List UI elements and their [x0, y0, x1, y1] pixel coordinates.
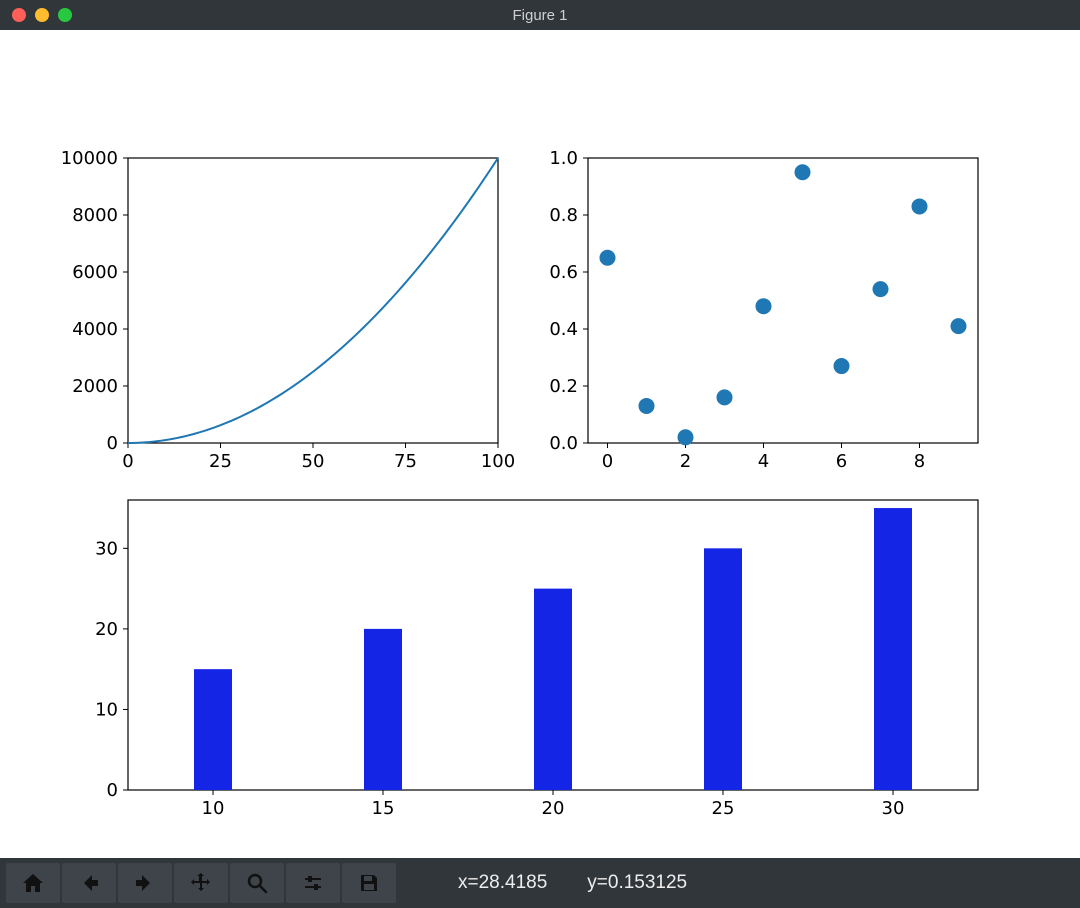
zoom-icon	[245, 871, 269, 895]
zoom-button[interactable]	[230, 863, 284, 903]
svg-text:25: 25	[712, 798, 735, 819]
pan-button[interactable]	[174, 863, 228, 903]
save-button[interactable]	[342, 863, 396, 903]
svg-text:0.2: 0.2	[549, 376, 578, 397]
svg-text:20: 20	[542, 798, 565, 819]
svg-text:20: 20	[95, 619, 118, 640]
forward-button[interactable]	[118, 863, 172, 903]
svg-text:0: 0	[602, 451, 613, 472]
svg-text:1.0: 1.0	[549, 148, 578, 169]
svg-text:15: 15	[372, 798, 395, 819]
titlebar: Figure 1	[0, 0, 1080, 30]
maximize-icon[interactable]	[58, 8, 72, 22]
svg-text:10000: 10000	[61, 148, 118, 169]
svg-text:25: 25	[209, 451, 232, 472]
svg-text:100: 100	[481, 451, 515, 472]
sliders-icon	[301, 871, 325, 895]
svg-text:6000: 6000	[72, 262, 118, 283]
svg-text:30: 30	[95, 538, 118, 559]
back-button[interactable]	[62, 863, 116, 903]
svg-text:4: 4	[758, 451, 769, 472]
configure-button[interactable]	[286, 863, 340, 903]
svg-text:0.6: 0.6	[549, 262, 578, 283]
save-icon	[357, 871, 381, 895]
coord-x: x=28.4185	[458, 872, 547, 894]
svg-text:8000: 8000	[72, 205, 118, 226]
svg-text:0: 0	[122, 451, 133, 472]
svg-text:4000: 4000	[72, 319, 118, 340]
svg-text:30: 30	[882, 798, 905, 819]
nav-toolbar: x=28.4185 y=0.153125	[0, 858, 1080, 908]
svg-text:0.4: 0.4	[549, 319, 578, 340]
close-icon[interactable]	[12, 8, 26, 22]
home-button[interactable]	[6, 863, 60, 903]
minimize-icon[interactable]	[35, 8, 49, 22]
arrow-left-icon	[77, 871, 101, 895]
svg-text:2: 2	[680, 451, 691, 472]
svg-text:75: 75	[394, 451, 417, 472]
home-icon	[21, 871, 45, 895]
figure-canvas[interactable]: 02550751000200040006000800010000024680.0…	[0, 30, 1080, 858]
svg-text:50: 50	[302, 451, 325, 472]
arrow-right-icon	[133, 871, 157, 895]
svg-text:10: 10	[202, 798, 225, 819]
figure-svg: 02550751000200040006000800010000024680.0…	[0, 30, 1080, 858]
svg-text:8: 8	[914, 451, 925, 472]
svg-text:2000: 2000	[72, 376, 118, 397]
window-controls	[12, 8, 72, 22]
svg-text:10: 10	[95, 699, 118, 720]
cursor-coords: x=28.4185 y=0.153125	[458, 872, 687, 894]
coord-y: y=0.153125	[587, 872, 687, 894]
svg-text:0: 0	[107, 433, 118, 454]
svg-text:0: 0	[107, 780, 118, 801]
svg-text:0.8: 0.8	[549, 205, 578, 226]
svg-text:0.0: 0.0	[549, 433, 578, 454]
window-title: Figure 1	[0, 7, 1080, 24]
svg-text:6: 6	[836, 451, 847, 472]
move-icon	[189, 871, 213, 895]
